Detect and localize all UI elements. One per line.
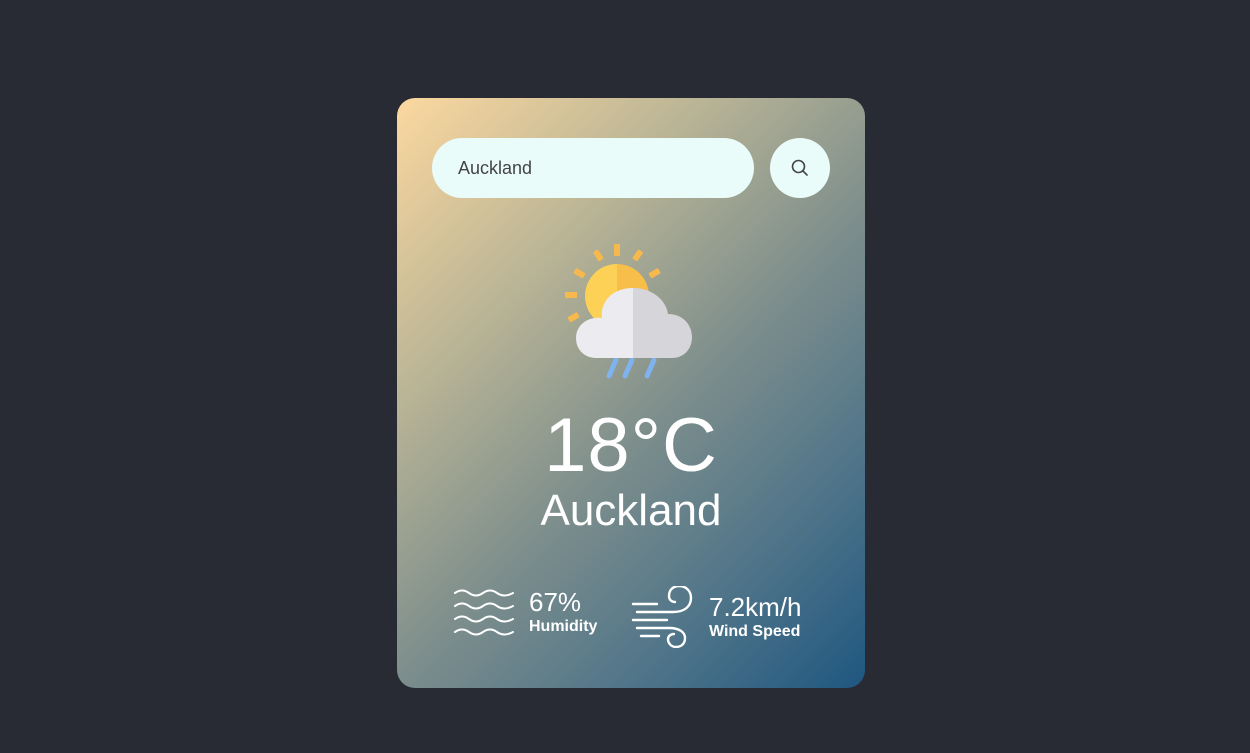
wind-detail: 7.2km/h Wind Speed bbox=[631, 586, 802, 648]
humidity-detail: 67% Humidity bbox=[453, 586, 597, 638]
humidity-waves-icon bbox=[454, 589, 514, 636]
wind-speed-label: Wind Speed bbox=[709, 623, 801, 640]
search-icon bbox=[791, 159, 808, 176]
humidity-value: 67% bbox=[529, 587, 582, 617]
wind-icon bbox=[631, 586, 693, 648]
city-name: Auckland bbox=[540, 486, 722, 535]
search-input[interactable] bbox=[432, 138, 754, 198]
sun-cloud-rain-icon bbox=[565, 244, 692, 379]
weather-card: 18°C Auckland 67% Humidity bbox=[397, 98, 865, 688]
search-button[interactable] bbox=[770, 138, 830, 198]
wind-speed-value: 7.2km/h bbox=[709, 592, 802, 622]
temperature-value: 18°C bbox=[544, 403, 718, 488]
humidity-label: Humidity bbox=[529, 618, 598, 635]
